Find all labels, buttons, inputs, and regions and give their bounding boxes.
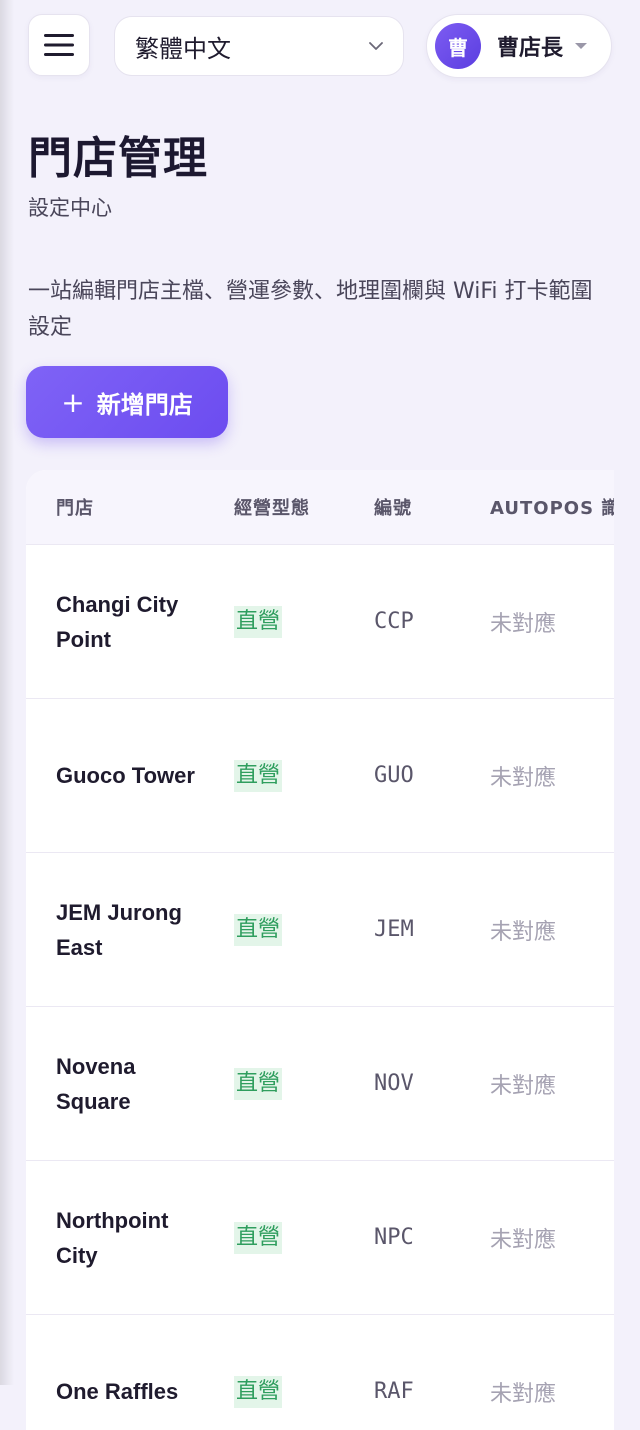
store-type-cell: 直營 <box>234 1161 283 1314</box>
plus-icon: + <box>61 385 85 419</box>
status-badge: 直營 <box>234 1375 283 1408</box>
table-row[interactable]: Northpoint City 直營 NPC 未對應 <box>26 1161 614 1315</box>
store-name: Novena Square <box>56 1053 136 1114</box>
avatar-initial: 曹 <box>448 35 468 60</box>
drawer-edge-shadow <box>0 0 14 1385</box>
store-type-cell: 直營 <box>234 545 283 698</box>
store-code: NPC <box>374 1225 414 1250</box>
hamburger-icon <box>44 34 74 56</box>
store-type-cell: 直營 <box>234 1315 283 1430</box>
store-name: Guoco Tower <box>56 763 195 788</box>
user-name: 曹店長 <box>497 36 564 61</box>
store-type-cell: 直營 <box>234 1007 283 1160</box>
store-name: JEM Jurong East <box>56 899 182 960</box>
status-badge: 直營 <box>234 605 283 638</box>
status-badge: 直營 <box>234 913 283 946</box>
store-code: NOV <box>374 1071 414 1096</box>
store-code: RAF <box>374 1379 414 1404</box>
store-code: CCP <box>374 609 414 634</box>
table-row[interactable]: JEM Jurong East 直營 JEM 未對應 <box>26 853 614 1007</box>
page-title: 門店管理 <box>28 133 208 184</box>
user-menu-button[interactable]: 曹 曹店長 <box>426 14 612 78</box>
store-code: JEM <box>374 917 414 942</box>
column-header-autopos[interactable]: AUTOPOS 識 <box>490 494 614 520</box>
column-header-store[interactable]: 門店 <box>56 494 94 520</box>
column-header-type[interactable]: 經營型態 <box>234 494 310 520</box>
store-autopos: 未對應 <box>490 1381 557 1407</box>
top-bar: 繁體中文 曹 曹店長 <box>28 14 612 78</box>
avatar: 曹 <box>435 23 481 69</box>
table-row[interactable]: Guoco Tower 直營 GUO 未對應 <box>26 699 614 853</box>
language-select-value: 繁體中文 <box>135 34 231 63</box>
table-header: 門店 經營型態 編號 AUTOPOS 識 <box>26 470 614 545</box>
store-autopos: 未對應 <box>490 765 557 791</box>
chevron-down-icon <box>369 41 383 50</box>
language-select[interactable]: 繁體中文 <box>114 16 404 76</box>
store-code: GUO <box>374 763 414 788</box>
store-name: Changi City Point <box>56 591 179 652</box>
table-row[interactable]: Changi City Point 直營 CCP 未對應 <box>26 545 614 699</box>
store-autopos: 未對應 <box>490 919 557 945</box>
store-autopos: 未對應 <box>490 611 557 637</box>
column-header-code[interactable]: 編號 <box>374 494 412 520</box>
table-row[interactable]: One Raffles 直營 RAF 未對應 <box>26 1315 614 1430</box>
status-badge: 直營 <box>234 1221 283 1254</box>
store-name: One Raffles <box>56 1379 179 1404</box>
store-type-cell: 直營 <box>234 853 283 1006</box>
store-autopos: 未對應 <box>490 1073 557 1099</box>
page-subtitle: 設定中心 <box>28 196 112 220</box>
store-type-cell: 直營 <box>234 699 283 852</box>
add-store-button[interactable]: + 新增門店 <box>26 366 228 438</box>
page-description: 一站編輯門店主檔、營運參數、地理圍欄與 WiFi 打卡範圍設定 <box>28 279 593 340</box>
status-badge: 直營 <box>234 759 283 792</box>
status-badge: 直營 <box>234 1067 283 1100</box>
menu-button[interactable] <box>28 14 90 76</box>
store-autopos: 未對應 <box>490 1227 557 1253</box>
caret-down-icon <box>575 43 588 49</box>
table-row[interactable]: Novena Square 直營 NOV 未對應 <box>26 1007 614 1161</box>
add-store-button-label: 新增門店 <box>96 390 193 419</box>
store-name: Northpoint City <box>56 1207 169 1268</box>
store-table: 門店 經營型態 編號 AUTOPOS 識 Changi City Point 直… <box>26 470 614 1430</box>
